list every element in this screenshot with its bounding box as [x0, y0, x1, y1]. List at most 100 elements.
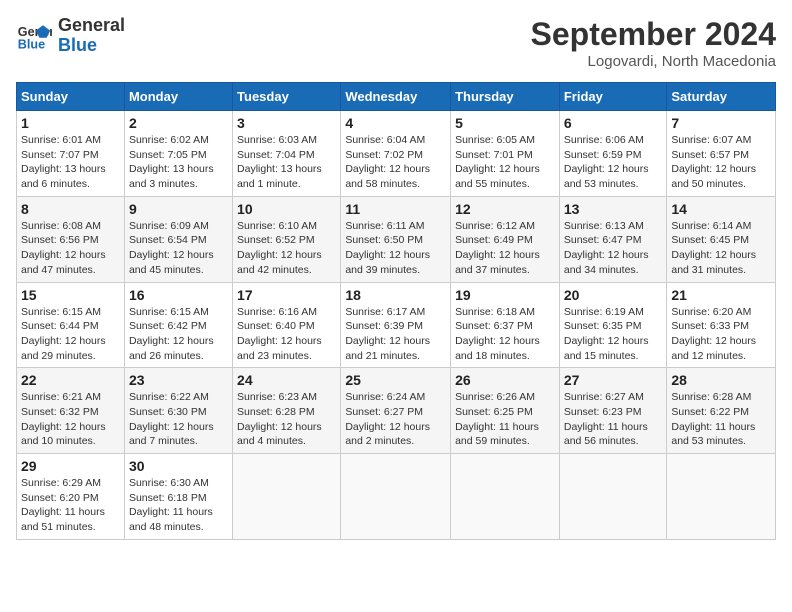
day-info: Sunrise: 6:08 AM Sunset: 6:56 PM Dayligh… — [21, 219, 120, 278]
table-row: 21 Sunrise: 6:20 AM Sunset: 6:33 PM Dayl… — [667, 282, 776, 368]
day-number: 1 — [21, 115, 120, 131]
day-info: Sunrise: 6:04 AM Sunset: 7:02 PM Dayligh… — [345, 133, 446, 192]
day-number: 30 — [129, 458, 228, 474]
table-row: 15 Sunrise: 6:15 AM Sunset: 6:44 PM Dayl… — [17, 282, 125, 368]
table-row: 4 Sunrise: 6:04 AM Sunset: 7:02 PM Dayli… — [341, 111, 451, 197]
day-number: 18 — [345, 287, 446, 303]
table-row: 6 Sunrise: 6:06 AM Sunset: 6:59 PM Dayli… — [559, 111, 667, 197]
day-number: 29 — [21, 458, 120, 474]
day-number: 22 — [21, 372, 120, 388]
table-row: 23 Sunrise: 6:22 AM Sunset: 6:30 PM Dayl… — [124, 368, 232, 454]
table-row: 7 Sunrise: 6:07 AM Sunset: 6:57 PM Dayli… — [667, 111, 776, 197]
header-row: Sunday Monday Tuesday Wednesday Thursday… — [17, 83, 776, 111]
table-row — [451, 454, 560, 540]
day-info: Sunrise: 6:02 AM Sunset: 7:05 PM Dayligh… — [129, 133, 228, 192]
day-info: Sunrise: 6:16 AM Sunset: 6:40 PM Dayligh… — [237, 305, 336, 364]
day-number: 13 — [564, 201, 663, 217]
day-info: Sunrise: 6:13 AM Sunset: 6:47 PM Dayligh… — [564, 219, 663, 278]
table-row: 27 Sunrise: 6:27 AM Sunset: 6:23 PM Dayl… — [559, 368, 667, 454]
day-number: 27 — [564, 372, 663, 388]
day-number: 8 — [21, 201, 120, 217]
col-monday: Monday — [124, 83, 232, 111]
day-info: Sunrise: 6:09 AM Sunset: 6:54 PM Dayligh… — [129, 219, 228, 278]
day-number: 3 — [237, 115, 336, 131]
table-row: 9 Sunrise: 6:09 AM Sunset: 6:54 PM Dayli… — [124, 196, 232, 282]
day-number: 21 — [671, 287, 771, 303]
day-number: 9 — [129, 201, 228, 217]
day-number: 12 — [455, 201, 555, 217]
table-row: 1 Sunrise: 6:01 AM Sunset: 7:07 PM Dayli… — [17, 111, 125, 197]
day-info: Sunrise: 6:10 AM Sunset: 6:52 PM Dayligh… — [237, 219, 336, 278]
day-info: Sunrise: 6:17 AM Sunset: 6:39 PM Dayligh… — [345, 305, 446, 364]
day-info: Sunrise: 6:11 AM Sunset: 6:50 PM Dayligh… — [345, 219, 446, 278]
table-row: 11 Sunrise: 6:11 AM Sunset: 6:50 PM Dayl… — [341, 196, 451, 282]
subtitle: Logovardi, North Macedonia — [531, 53, 776, 70]
col-friday: Friday — [559, 83, 667, 111]
day-number: 17 — [237, 287, 336, 303]
logo-text: General Blue — [58, 16, 125, 56]
day-info: Sunrise: 6:20 AM Sunset: 6:33 PM Dayligh… — [671, 305, 771, 364]
table-row: 16 Sunrise: 6:15 AM Sunset: 6:42 PM Dayl… — [124, 282, 232, 368]
table-row: 25 Sunrise: 6:24 AM Sunset: 6:27 PM Dayl… — [341, 368, 451, 454]
logo-icon: General Blue — [16, 18, 52, 54]
calendar-row: 1 Sunrise: 6:01 AM Sunset: 7:07 PM Dayli… — [17, 111, 776, 197]
table-row: 12 Sunrise: 6:12 AM Sunset: 6:49 PM Dayl… — [451, 196, 560, 282]
table-row — [667, 454, 776, 540]
title-block: September 2024 Logovardi, North Macedoni… — [531, 16, 776, 70]
day-number: 11 — [345, 201, 446, 217]
day-number: 15 — [21, 287, 120, 303]
day-info: Sunrise: 6:28 AM Sunset: 6:22 PM Dayligh… — [671, 390, 771, 449]
day-number: 4 — [345, 115, 446, 131]
day-info: Sunrise: 6:29 AM Sunset: 6:20 PM Dayligh… — [21, 476, 120, 535]
day-number: 7 — [671, 115, 771, 131]
table-row — [341, 454, 451, 540]
day-number: 2 — [129, 115, 228, 131]
table-row: 24 Sunrise: 6:23 AM Sunset: 6:28 PM Dayl… — [233, 368, 341, 454]
day-number: 5 — [455, 115, 555, 131]
day-info: Sunrise: 6:26 AM Sunset: 6:25 PM Dayligh… — [455, 390, 555, 449]
day-info: Sunrise: 6:12 AM Sunset: 6:49 PM Dayligh… — [455, 219, 555, 278]
table-row — [233, 454, 341, 540]
calendar-row: 8 Sunrise: 6:08 AM Sunset: 6:56 PM Dayli… — [17, 196, 776, 282]
table-row: 20 Sunrise: 6:19 AM Sunset: 6:35 PM Dayl… — [559, 282, 667, 368]
day-info: Sunrise: 6:07 AM Sunset: 6:57 PM Dayligh… — [671, 133, 771, 192]
day-number: 19 — [455, 287, 555, 303]
table-row: 30 Sunrise: 6:30 AM Sunset: 6:18 PM Dayl… — [124, 454, 232, 540]
col-tuesday: Tuesday — [233, 83, 341, 111]
table-row: 19 Sunrise: 6:18 AM Sunset: 6:37 PM Dayl… — [451, 282, 560, 368]
calendar-row: 29 Sunrise: 6:29 AM Sunset: 6:20 PM Dayl… — [17, 454, 776, 540]
day-info: Sunrise: 6:05 AM Sunset: 7:01 PM Dayligh… — [455, 133, 555, 192]
col-saturday: Saturday — [667, 83, 776, 111]
calendar-body: 1 Sunrise: 6:01 AM Sunset: 7:07 PM Dayli… — [17, 111, 776, 540]
calendar-row: 22 Sunrise: 6:21 AM Sunset: 6:32 PM Dayl… — [17, 368, 776, 454]
table-row: 18 Sunrise: 6:17 AM Sunset: 6:39 PM Dayl… — [341, 282, 451, 368]
table-row: 2 Sunrise: 6:02 AM Sunset: 7:05 PM Dayli… — [124, 111, 232, 197]
day-info: Sunrise: 6:14 AM Sunset: 6:45 PM Dayligh… — [671, 219, 771, 278]
day-info: Sunrise: 6:15 AM Sunset: 6:44 PM Dayligh… — [21, 305, 120, 364]
month-title: September 2024 — [531, 16, 776, 53]
table-row: 28 Sunrise: 6:28 AM Sunset: 6:22 PM Dayl… — [667, 368, 776, 454]
day-number: 14 — [671, 201, 771, 217]
day-number: 20 — [564, 287, 663, 303]
day-info: Sunrise: 6:15 AM Sunset: 6:42 PM Dayligh… — [129, 305, 228, 364]
table-row: 8 Sunrise: 6:08 AM Sunset: 6:56 PM Dayli… — [17, 196, 125, 282]
day-info: Sunrise: 6:03 AM Sunset: 7:04 PM Dayligh… — [237, 133, 336, 192]
day-info: Sunrise: 6:06 AM Sunset: 6:59 PM Dayligh… — [564, 133, 663, 192]
calendar-row: 15 Sunrise: 6:15 AM Sunset: 6:44 PM Dayl… — [17, 282, 776, 368]
day-info: Sunrise: 6:18 AM Sunset: 6:37 PM Dayligh… — [455, 305, 555, 364]
day-info: Sunrise: 6:27 AM Sunset: 6:23 PM Dayligh… — [564, 390, 663, 449]
day-info: Sunrise: 6:21 AM Sunset: 6:32 PM Dayligh… — [21, 390, 120, 449]
table-row: 22 Sunrise: 6:21 AM Sunset: 6:32 PM Dayl… — [17, 368, 125, 454]
day-number: 28 — [671, 372, 771, 388]
day-number: 25 — [345, 372, 446, 388]
table-row: 29 Sunrise: 6:29 AM Sunset: 6:20 PM Dayl… — [17, 454, 125, 540]
calendar-table: Sunday Monday Tuesday Wednesday Thursday… — [16, 82, 776, 540]
day-number: 26 — [455, 372, 555, 388]
table-row: 14 Sunrise: 6:14 AM Sunset: 6:45 PM Dayl… — [667, 196, 776, 282]
day-info: Sunrise: 6:22 AM Sunset: 6:30 PM Dayligh… — [129, 390, 228, 449]
table-row: 26 Sunrise: 6:26 AM Sunset: 6:25 PM Dayl… — [451, 368, 560, 454]
table-row: 10 Sunrise: 6:10 AM Sunset: 6:52 PM Dayl… — [233, 196, 341, 282]
day-number: 16 — [129, 287, 228, 303]
table-row: 17 Sunrise: 6:16 AM Sunset: 6:40 PM Dayl… — [233, 282, 341, 368]
day-number: 23 — [129, 372, 228, 388]
